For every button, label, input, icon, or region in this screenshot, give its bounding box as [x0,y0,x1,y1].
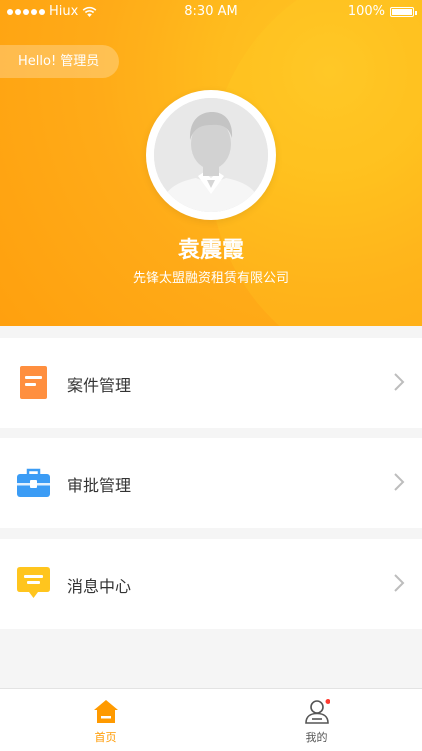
briefcase-icon [17,468,50,497]
profile-header: Hiux 8:30 AM 100% Hello! 管理员 袁震霞 先锋太盟融资租… [0,0,422,326]
user-icon [305,699,330,724]
message-icon [17,567,50,598]
user-name: 袁震霞 [177,238,244,263]
tab-home[interactable]: 首页 [0,689,211,751]
tab-label: 首页 [94,731,117,744]
home-icon [94,700,118,723]
battery-icon [390,6,417,17]
menu-item-label: 审批管理 [67,476,132,495]
avatar-silhouette-icon [154,98,268,212]
notification-badge [325,699,330,704]
chevron-right-icon [394,473,405,491]
menu-item-approvals[interactable]: 审批管理 [0,438,422,528]
chevron-right-icon [394,574,405,592]
status-bar: Hiux 8:30 AM 100% [0,0,422,26]
menu-item-label: 消息中心 [67,577,132,596]
document-icon [20,366,47,399]
avatar[interactable] [146,90,276,220]
greeting-badge: Hello! 管理员 [0,45,120,78]
menu-item-cases[interactable]: 案件管理 [0,338,422,428]
menu-item-label: 案件管理 [67,376,132,395]
menu-item-messages[interactable]: 消息中心 [0,539,422,629]
chevron-right-icon [394,373,405,391]
battery-percent: 100% [347,4,385,19]
tab-mine[interactable]: 我的 [211,689,422,751]
tab-bar: 首页 我的 [0,688,422,751]
company-name: 先锋太盟融资租赁有限公司 [132,271,289,286]
tab-label: 我的 [305,731,328,744]
